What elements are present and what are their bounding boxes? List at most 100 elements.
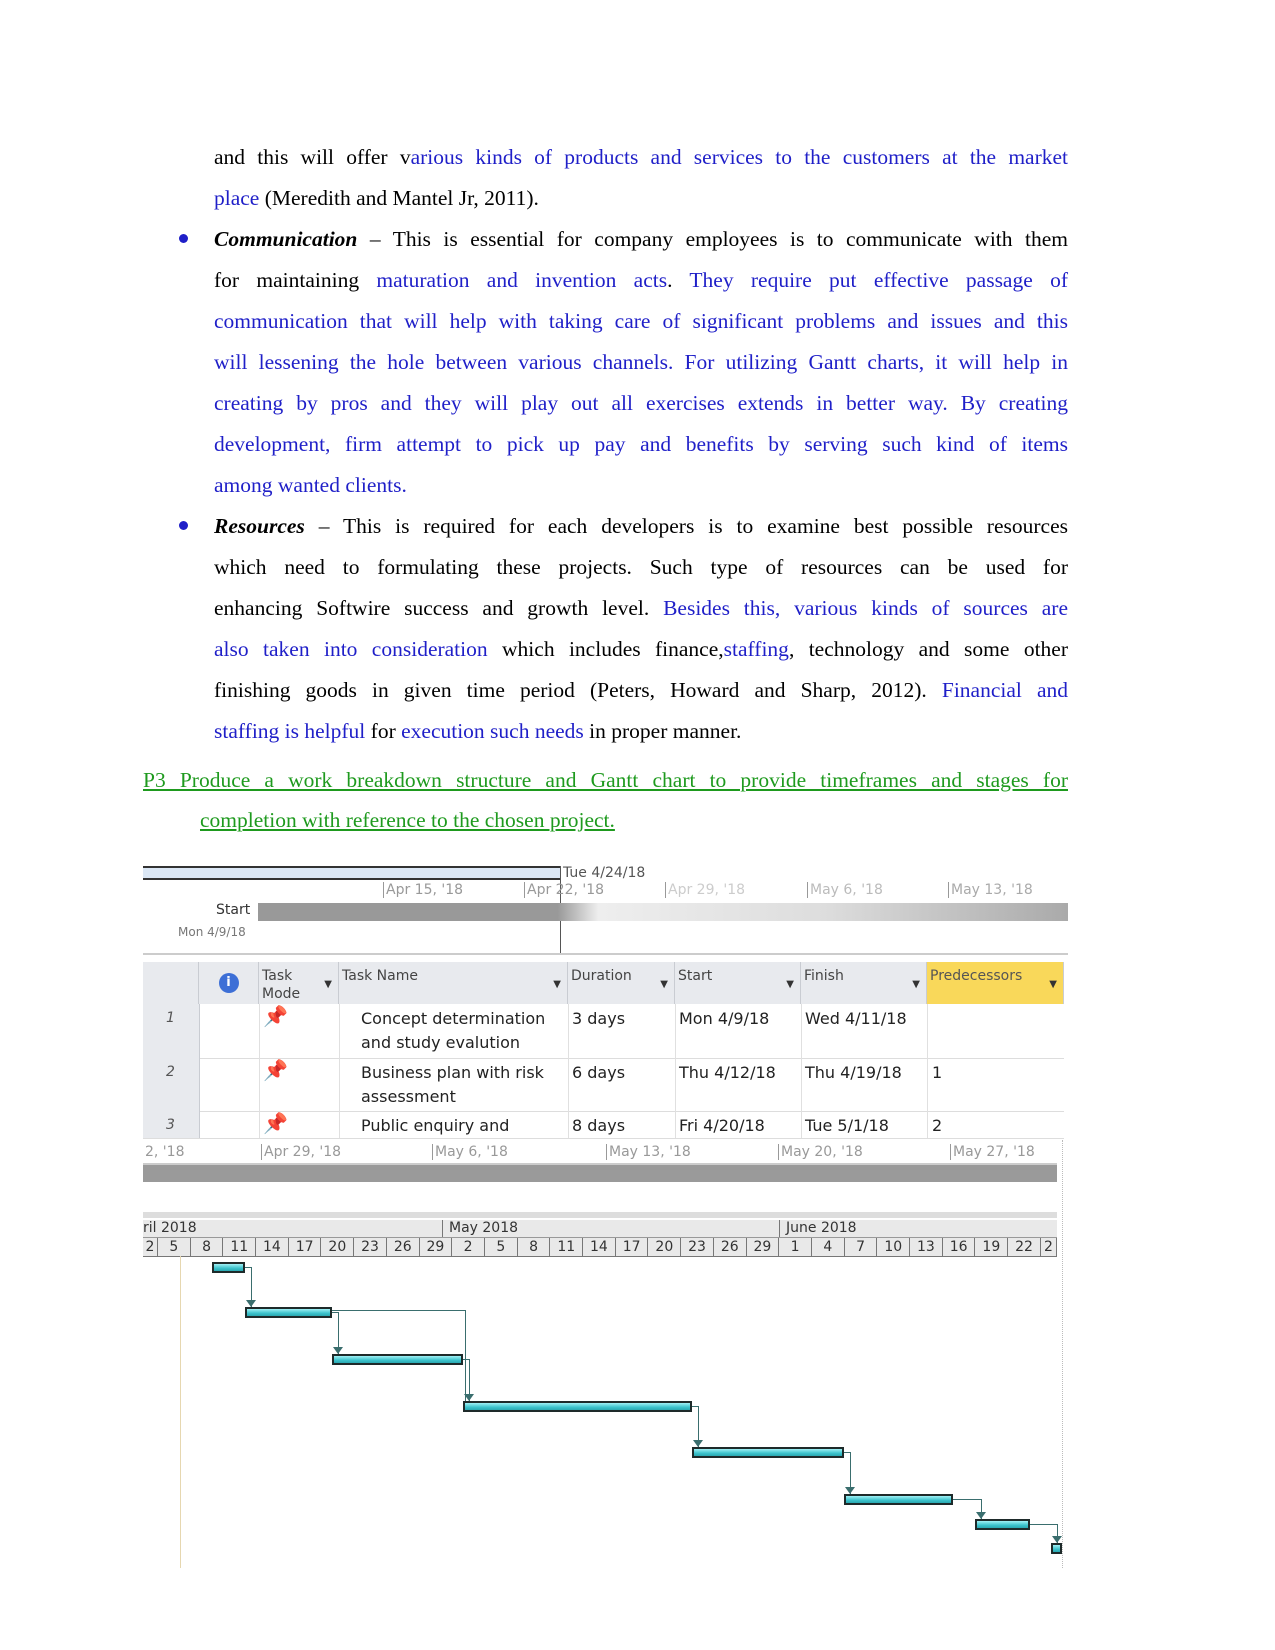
text-line: which need to formulating these projects…: [214, 547, 1068, 588]
timescale-tick: Apr 29, '18: [261, 1144, 341, 1160]
day-label: 2: [143, 1238, 158, 1256]
gantt-bar[interactable]: [462, 1401, 692, 1412]
day-label: 2: [452, 1238, 485, 1256]
text-span: – This is required for each developers i…: [304, 514, 1068, 538]
dependency-link: [244, 1267, 251, 1268]
day-label: 7: [845, 1238, 878, 1256]
day-label: 5: [158, 1238, 191, 1256]
text-span: .: [667, 268, 690, 292]
bullet-resources: [179, 521, 188, 530]
text-span: among wanted clients.: [214, 473, 407, 497]
dropdown-icon[interactable]: ▼: [1049, 976, 1057, 994]
header-label: Task Name: [342, 968, 418, 984]
text-span: They require put effective passage of: [689, 268, 1068, 292]
gantt-bar[interactable]: [1051, 1543, 1063, 1554]
month-label: ril 2018: [143, 1220, 197, 1236]
day-label: 13: [910, 1238, 943, 1256]
day-label: 23: [354, 1238, 387, 1256]
dropdown-icon[interactable]: ▼: [786, 976, 794, 994]
dependency-link: [697, 1406, 699, 1447]
day-label: 14: [256, 1238, 289, 1256]
text-line: Communication – This is essential for co…: [214, 219, 1068, 260]
task-start: Fri 4/20/18: [679, 1116, 765, 1135]
bullet-term: Communication: [214, 227, 358, 251]
col-header-predecessors[interactable]: Predecessors ▼: [927, 962, 1064, 1004]
col-header-duration[interactable]: Duration ▼: [568, 962, 675, 1004]
arrow-icon: [333, 1347, 344, 1354]
gantt-bar[interactable]: [244, 1307, 333, 1318]
text-line: communication that will help with taking…: [214, 301, 1068, 342]
dependency-link: [332, 1312, 339, 1313]
task-predecessors: 1: [932, 1063, 943, 1082]
text-span: creating by pros and they will play out …: [214, 391, 1068, 415]
gantt-bar[interactable]: [212, 1262, 245, 1273]
arrow-icon: [245, 1300, 256, 1307]
text-line: and this will offer various kinds of pro…: [214, 137, 1068, 178]
timeline-bar: [258, 903, 1068, 921]
text-span: which includes finance,: [487, 637, 724, 661]
dropdown-icon[interactable]: ▼: [660, 976, 668, 994]
table-row[interactable]: 3 📌 Public enquiry and 8 days Fri 4/20/18 Tue…: [143, 1111, 1064, 1139]
dependency-link: [462, 1359, 469, 1360]
timeline-tick: Apr 15, '18: [383, 882, 463, 898]
gantt-bar[interactable]: [975, 1519, 1030, 1530]
task-finish: Thu 4/19/18: [805, 1063, 902, 1082]
col-header-id: [143, 962, 199, 1004]
dependency-link: [981, 1499, 983, 1519]
day-label: 8: [191, 1238, 224, 1256]
timescale-tick: May 13, '18: [606, 1144, 691, 1160]
gantt-bar[interactable]: [844, 1494, 954, 1505]
dependency-link: [844, 1452, 851, 1453]
timescale-tick: May 20, '18: [778, 1144, 863, 1160]
header-label: Duration: [571, 968, 632, 984]
task-name-cont: and study evalution: [361, 1033, 520, 1052]
dropdown-icon[interactable]: ▼: [324, 976, 332, 994]
day-label: 1: [779, 1238, 812, 1256]
text-line: will lessening the hole between various …: [214, 342, 1068, 383]
row-id: 2: [166, 1064, 175, 1080]
gantt-bar[interactable]: [332, 1354, 463, 1365]
day-label: 19: [976, 1238, 1009, 1256]
col-header-task-mode[interactable]: Task Mode ▼: [259, 962, 339, 1004]
dropdown-icon[interactable]: ▼: [912, 976, 920, 994]
text-line: finishing goods in given time period (Pe…: [214, 670, 1068, 711]
dependency-link: [850, 1452, 852, 1494]
header-label: Task Mode: [262, 968, 301, 1002]
day-label: 16: [943, 1238, 976, 1256]
col-header-start[interactable]: Start ▼: [675, 962, 801, 1004]
section-heading-line1: P3 Produce a work breakdown structure an…: [143, 768, 1068, 792]
dependency-link: [953, 1499, 982, 1500]
dropdown-icon[interactable]: ▼: [553, 976, 561, 994]
timeline-start-label: Start: [216, 902, 251, 918]
day-label: 11: [223, 1238, 257, 1256]
timeline-tick: May 6, '18: [807, 882, 883, 898]
col-header-task-name[interactable]: Task Name ▼: [339, 962, 568, 1004]
bullet-communication: [179, 234, 188, 243]
text-span: and this will offer v: [214, 145, 411, 169]
text-span: for maintaining: [214, 268, 377, 292]
table-row[interactable]: 1 📌 Concept determination and study evaluti…: [143, 1004, 1064, 1059]
task-start: Thu 4/12/18: [679, 1063, 776, 1082]
timeline-tick: Apr 29, '18: [665, 882, 745, 898]
text-span: arious kinds of products and services to…: [410, 145, 1069, 169]
text-span: for: [365, 719, 402, 743]
task-duration: 3 days: [572, 1009, 626, 1028]
text-span: finishing goods in given time period (Pe…: [214, 678, 942, 702]
dependency-link: [468, 1359, 470, 1401]
text-span: maturation and invention acts: [376, 268, 668, 292]
task-name-cont: assessment: [361, 1087, 456, 1106]
col-header-info[interactable]: i: [199, 962, 259, 1004]
text-span: staffing is helpful: [214, 719, 366, 743]
text-line: staffing is helpful for execution such n…: [214, 711, 1068, 752]
row-id: 3: [166, 1117, 175, 1133]
task-finish: Tue 5/1/18: [805, 1116, 889, 1135]
day-label: 29: [420, 1238, 453, 1256]
table-row[interactable]: 2 📌 Business plan with risk assessment 6 day…: [143, 1058, 1064, 1112]
text-line: creating by pros and they will play out …: [214, 383, 1068, 424]
pin-icon: 📌: [263, 1111, 288, 1135]
arrow-icon: [1052, 1536, 1063, 1543]
gantt-bar[interactable]: [691, 1447, 845, 1458]
col-header-finish[interactable]: Finish ▼: [801, 962, 927, 1004]
text-span: – This is essential for company employee…: [357, 227, 1068, 251]
task-duration: 6 days: [572, 1063, 626, 1082]
